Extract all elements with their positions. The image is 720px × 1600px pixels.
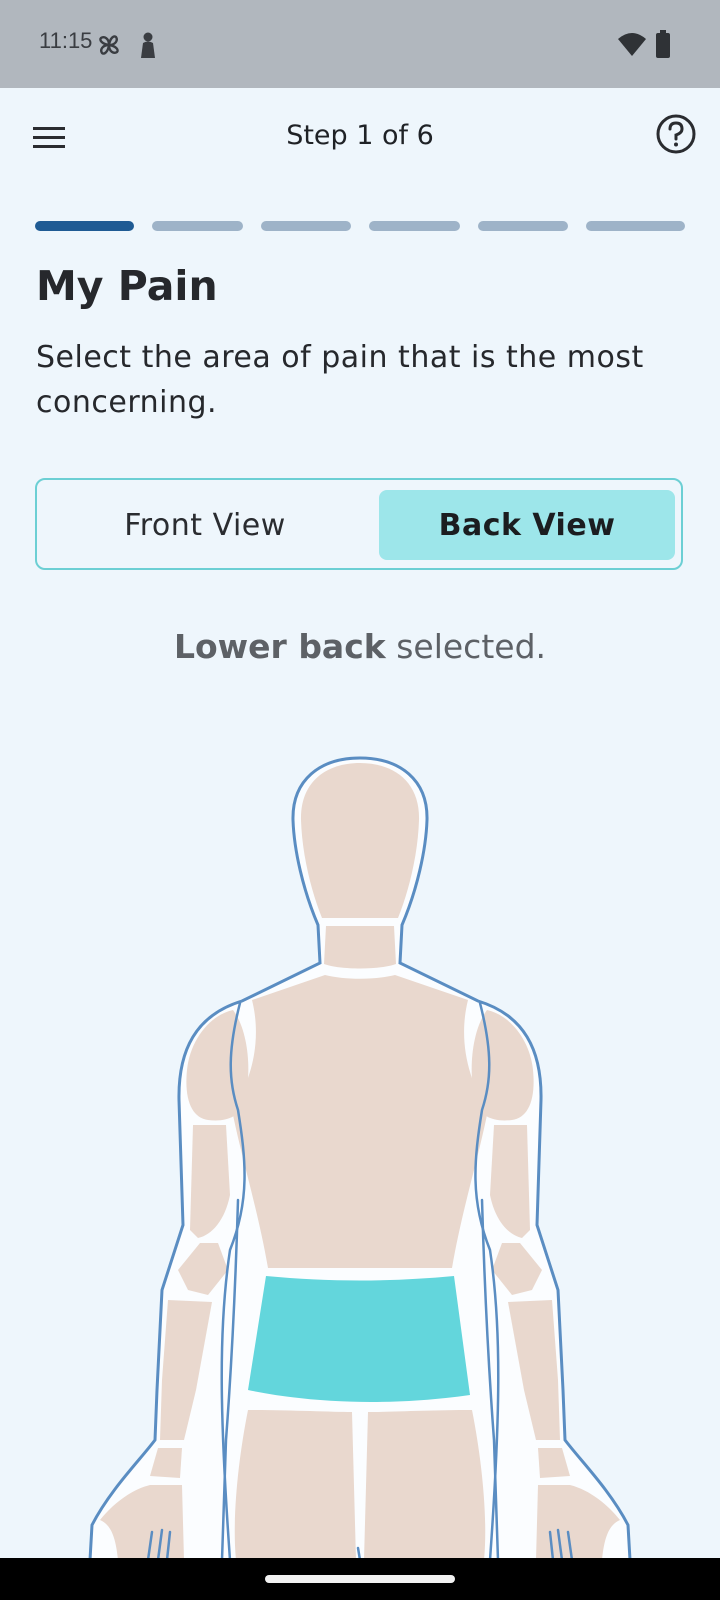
status-bar: 11:15: [0, 0, 720, 88]
region-right-shoulder[interactable]: [471, 1010, 534, 1121]
progress-segment: [261, 221, 351, 231]
selection-status: Lower back selected.: [0, 627, 720, 666]
help-circle-icon: [656, 114, 696, 154]
region-lower-back[interactable]: [248, 1276, 470, 1402]
view-toggle: Front View Back View: [35, 478, 683, 570]
page-title: My Pain: [36, 262, 218, 310]
help-button[interactable]: [656, 114, 696, 154]
step-indicator: Step 1 of 6: [286, 120, 434, 151]
region-neck[interactable]: [324, 926, 396, 969]
step-progress-bar: [35, 221, 685, 231]
home-gesture-handle[interactable]: [265, 1575, 455, 1583]
system-navigation-bar: [0, 1558, 720, 1600]
region-left-shoulder[interactable]: [186, 1010, 249, 1121]
back-view-button[interactable]: Back View: [379, 490, 675, 560]
selected-region-name: Lower back: [173, 627, 386, 666]
person-silhouette-icon: [139, 32, 157, 62]
body-map: [0, 700, 720, 1562]
status-time: 11:15: [39, 28, 93, 53]
app-bar: Step 1 of 6: [0, 88, 720, 188]
region-left-buttock[interactable]: [234, 1410, 356, 1560]
battery-icon: [655, 30, 671, 62]
progress-segment: [478, 221, 568, 231]
instructions-text: Select the area of pain that is the most…: [36, 340, 644, 420]
progress-segment: [369, 221, 460, 231]
region-upper-back[interactable]: [232, 975, 488, 1268]
fan-icon: [96, 32, 122, 62]
region-head[interactable]: [300, 763, 420, 918]
wifi-icon: [618, 32, 646, 60]
front-view-button[interactable]: Front View: [47, 490, 363, 560]
progress-segment: [35, 221, 134, 231]
progress-segment: [586, 221, 685, 231]
region-right-buttock[interactable]: [364, 1410, 486, 1560]
progress-segment: [152, 221, 243, 231]
selection-suffix: selected.: [396, 627, 547, 666]
